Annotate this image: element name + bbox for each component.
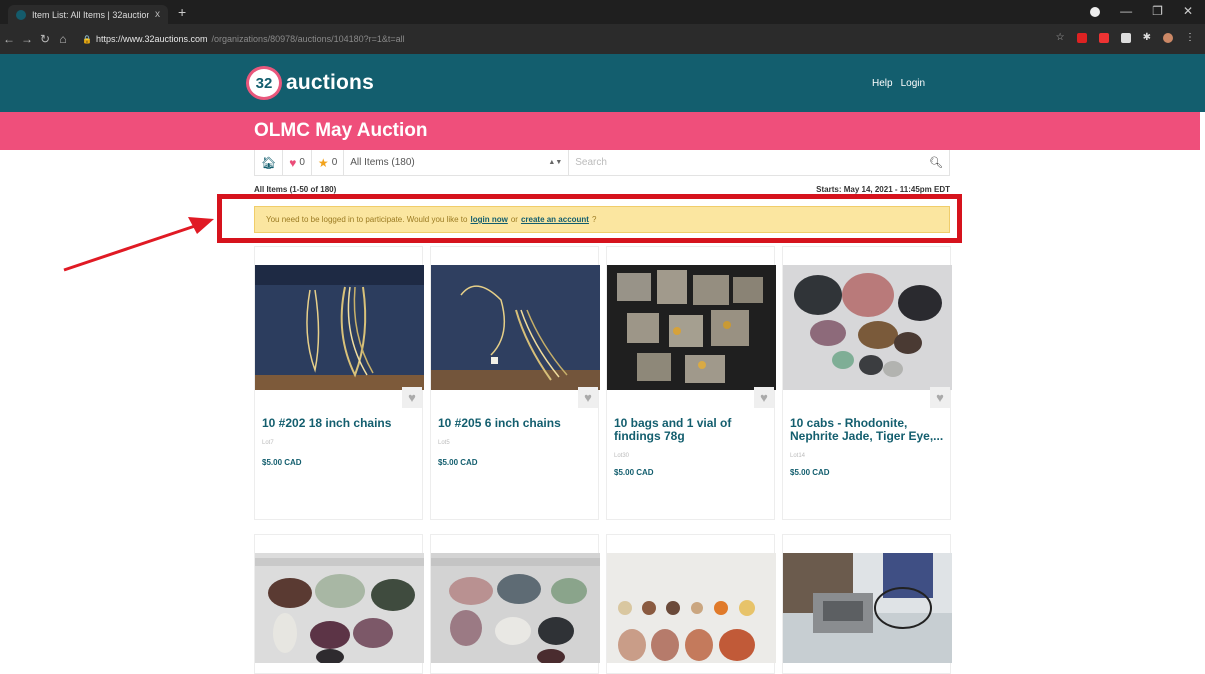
item-card[interactable]: ♥ 10 #202 18 inch chains Lot7 $5.00 CAD — [254, 246, 424, 520]
item-photo[interactable] — [431, 265, 600, 390]
item-price: $5.00 CAD — [262, 458, 302, 467]
item-title[interactable]: 10 #202 18 inch chains — [262, 417, 417, 430]
item-card[interactable] — [782, 534, 952, 674]
item-photo[interactable] — [607, 553, 776, 663]
item-title[interactable]: 10 cabs - Rhodonite, Nephrite Jade, Tige… — [790, 417, 945, 443]
favorite-heart-icon[interactable]: ♥ — [578, 387, 598, 408]
annotation-arrow-icon — [63, 217, 214, 272]
item-card[interactable]: ♥ 10 bags and 1 vial of findings 78g Lot… — [606, 246, 776, 520]
item-card[interactable] — [430, 534, 600, 674]
favorite-heart-icon[interactable]: ♥ — [930, 387, 950, 408]
item-photo[interactable] — [783, 265, 952, 390]
item-photo[interactable] — [255, 553, 424, 663]
item-price: $5.00 CAD — [614, 468, 654, 477]
item-title[interactable]: 10 bags and 1 vial of findings 78g — [614, 417, 769, 443]
item-lot: Lot30 — [614, 453, 630, 459]
item-photo[interactable] — [431, 553, 600, 663]
item-photo[interactable] — [255, 265, 424, 390]
item-price: $5.00 CAD — [790, 468, 830, 477]
favorite-heart-icon[interactable]: ♥ — [754, 387, 774, 408]
item-photo[interactable] — [607, 265, 776, 390]
item-lot: Lot14 — [790, 453, 806, 459]
item-card[interactable]: ♥ 10 cabs - Rhodonite, Nephrite Jade, Ti… — [782, 246, 952, 520]
item-title[interactable]: 10 #205 6 inch chains — [438, 417, 593, 430]
item-price: $5.00 CAD — [438, 458, 478, 467]
item-card[interactable] — [254, 534, 424, 674]
item-lot: Lot7 — [262, 440, 274, 446]
item-card[interactable] — [606, 534, 776, 674]
item-card[interactable]: ♥ 10 #205 6 inch chains Lot5 $5.00 CAD — [430, 246, 600, 520]
favorite-heart-icon[interactable]: ♥ — [402, 387, 422, 408]
item-lot: Lot5 — [438, 440, 450, 446]
item-photo[interactable] — [783, 553, 952, 663]
